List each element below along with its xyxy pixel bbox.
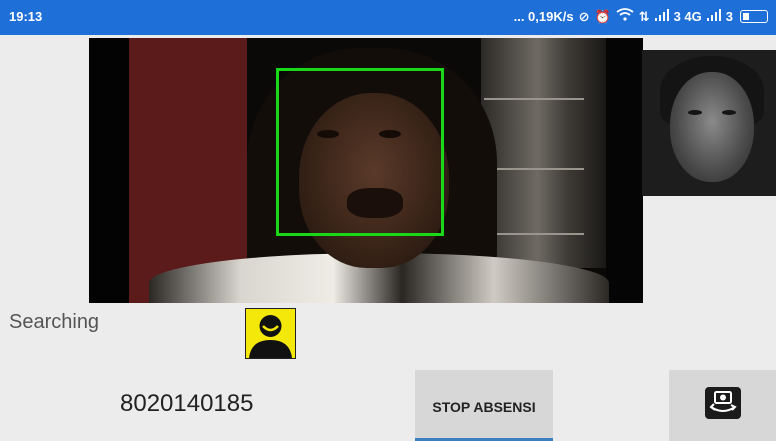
- sim2-label: 3: [725, 8, 733, 24]
- status-icons: ... 0,19K/s ⊘ ⏰ ⇅ 3 4G 3: [514, 8, 768, 25]
- data-transfer-icon: ⇅: [638, 8, 650, 24]
- thumb-eye: [688, 110, 702, 115]
- employee-id: 8020140185: [120, 390, 254, 417]
- network-speed: ... 0,19K/s: [513, 8, 574, 24]
- shelf-line: [484, 98, 584, 100]
- thumb-eye: [722, 110, 736, 115]
- shelf-line: [484, 168, 584, 170]
- captured-face-thumbnail: [642, 50, 776, 196]
- signal-icon-2: [706, 8, 721, 25]
- sim1-label: 3 4G: [673, 8, 702, 24]
- shelf-line: [484, 233, 584, 235]
- signal-icon: [654, 8, 669, 25]
- mute-icon: ⊘: [578, 8, 590, 24]
- preview-background-right: [606, 38, 643, 303]
- user-smile-icon: [245, 308, 296, 359]
- switch-camera-icon: [704, 386, 742, 425]
- alarm-icon: ⏰: [594, 8, 611, 24]
- search-status: Searching: [9, 311, 100, 333]
- clock: 19:13: [9, 9, 43, 24]
- stop-attendance-button[interactable]: STOP ABSENSI: [415, 370, 553, 441]
- camera-preview[interactable]: [89, 38, 643, 303]
- wifi-icon: [616, 8, 634, 25]
- thumb-face: [670, 72, 754, 182]
- status-bar: 19:13 ... 0,19K/s ⊘ ⏰ ⇅ 3 4G 3: [0, 0, 776, 35]
- switch-camera-button[interactable]: [669, 370, 776, 441]
- face-detection-box: [276, 68, 444, 236]
- preview-background: [89, 38, 129, 303]
- battery-icon: [740, 10, 768, 23]
